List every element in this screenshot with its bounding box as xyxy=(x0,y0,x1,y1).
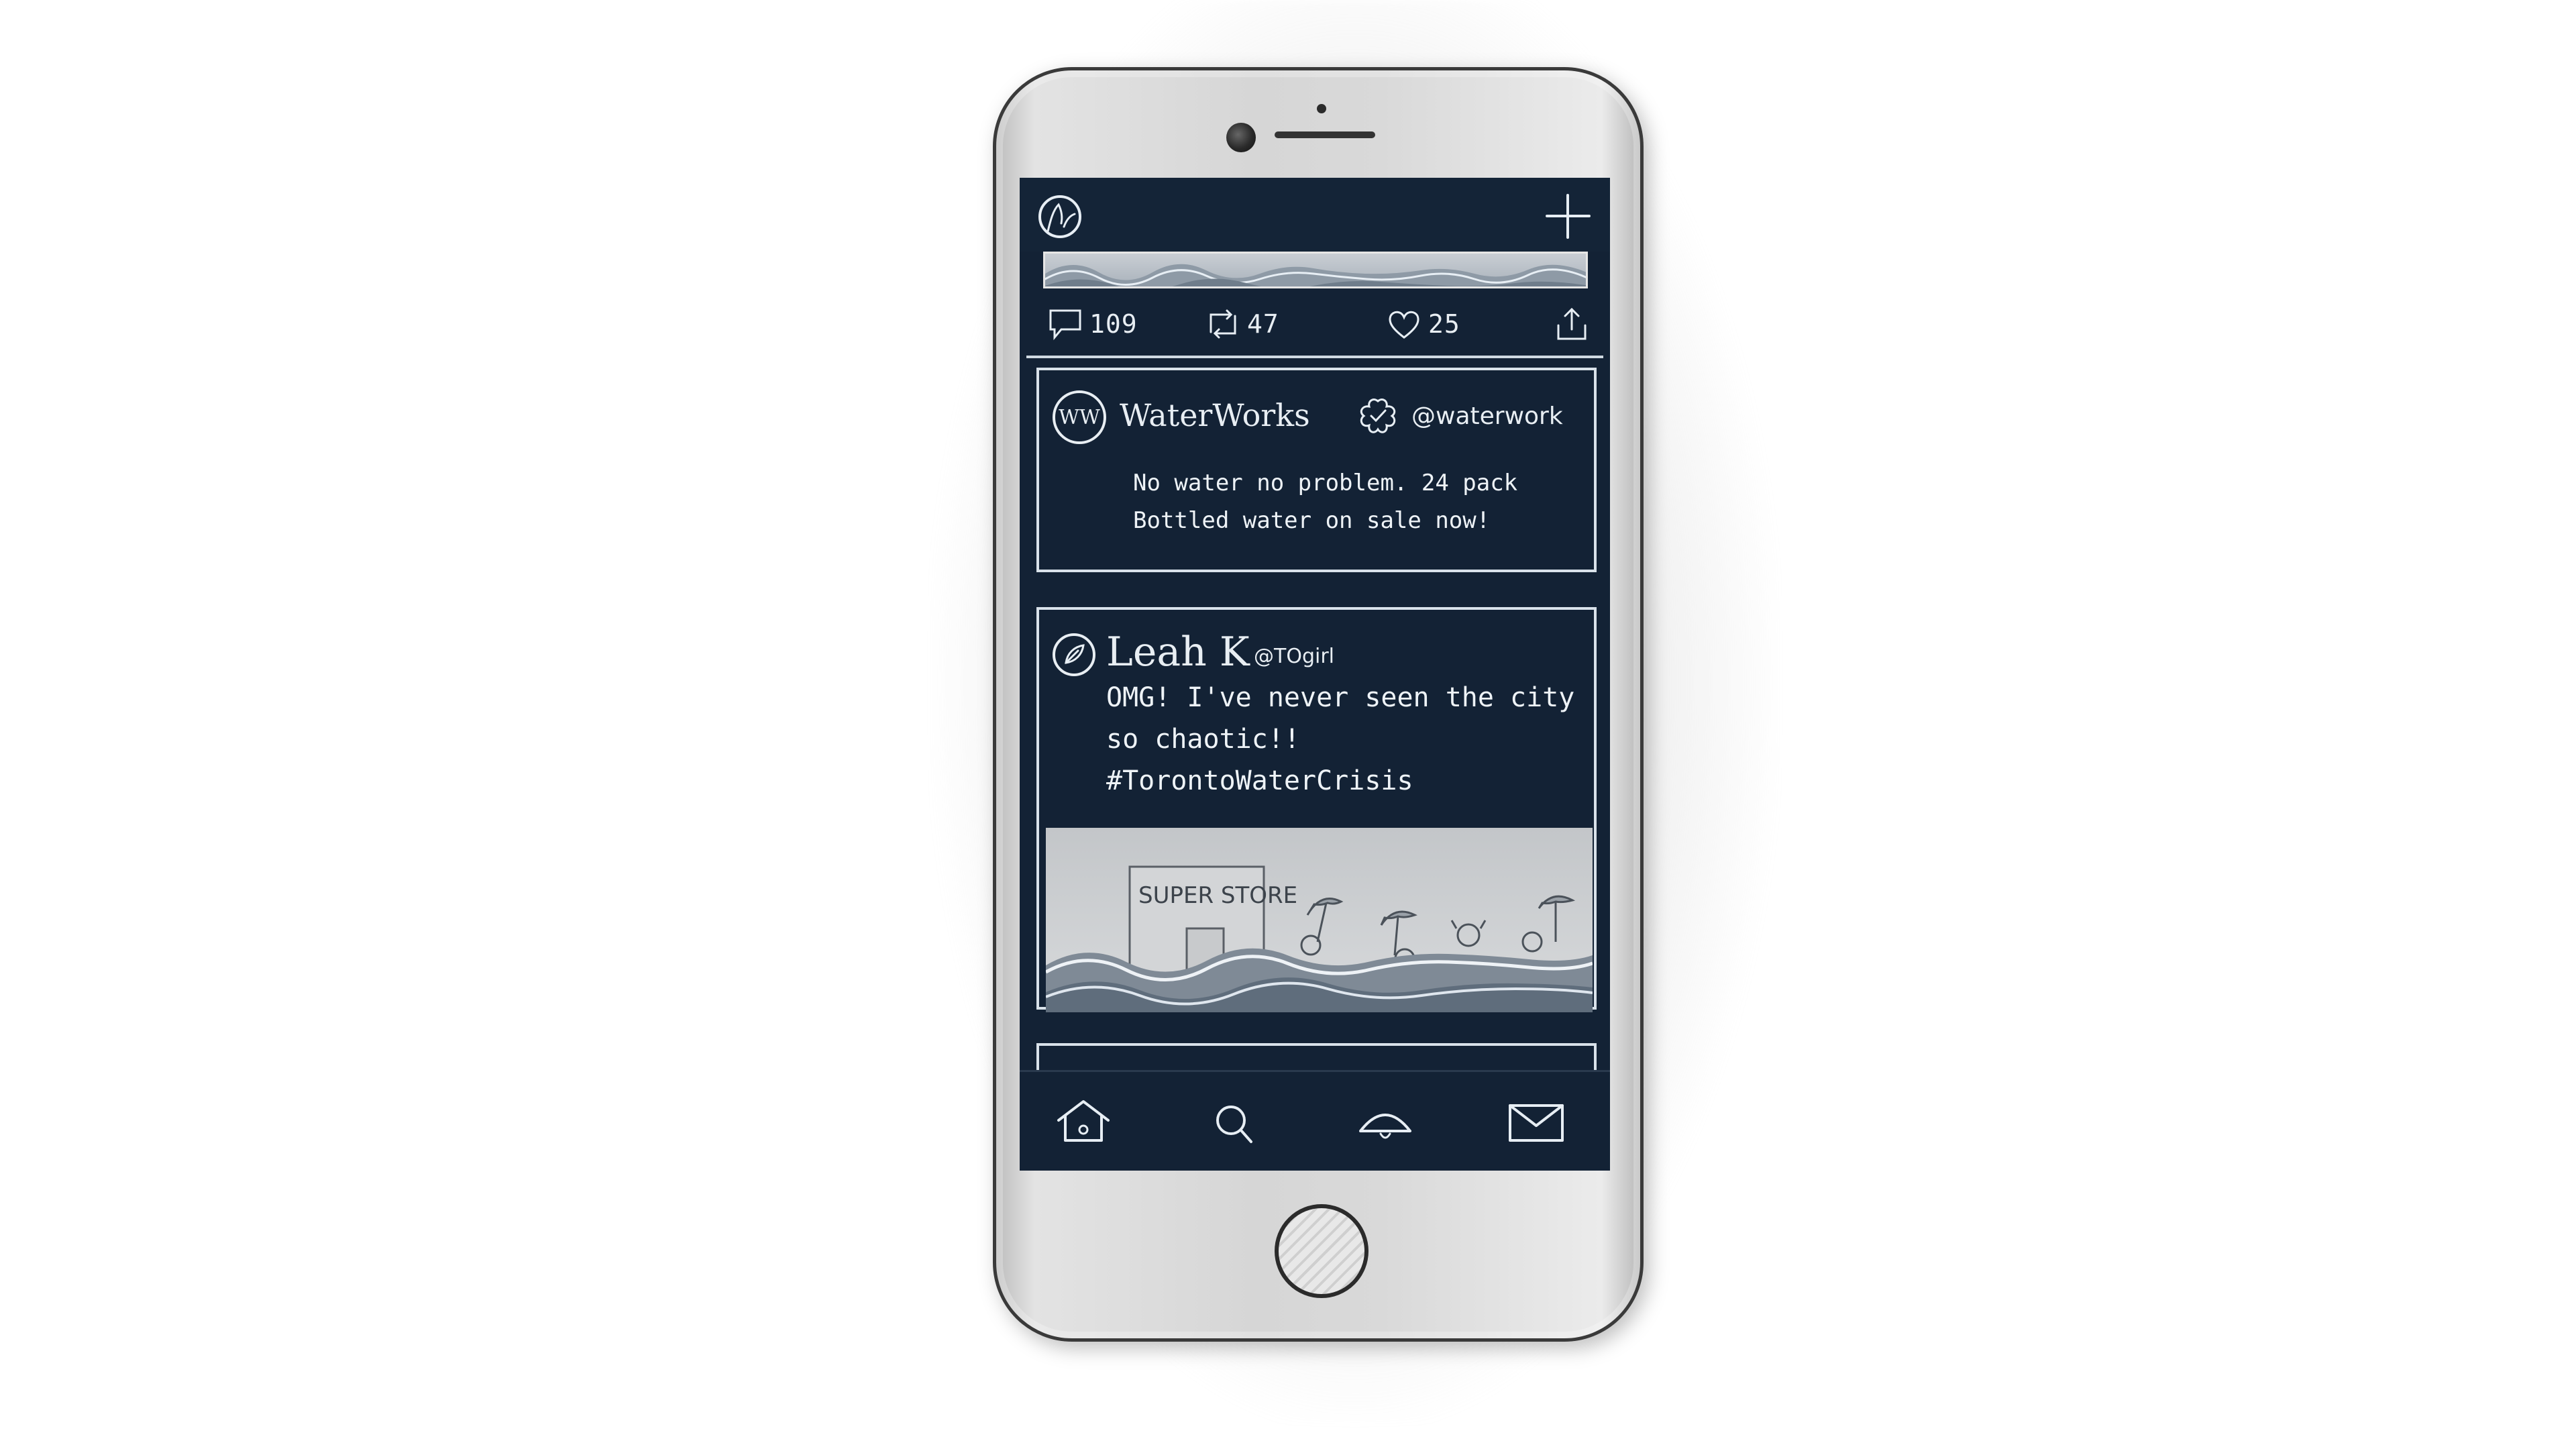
share-icon xyxy=(1557,307,1587,340)
retweet-count: 47 xyxy=(1247,309,1279,339)
badge-icon xyxy=(1360,398,1396,433)
top-bar xyxy=(1020,178,1610,252)
retweet-icon xyxy=(1210,309,1236,339)
app-screen: 109 47 25 WW WaterWorks @waterwork No wa… xyxy=(1020,178,1610,1171)
share-action[interactable] xyxy=(1553,304,1591,344)
tweet-text: No water no problem. 24 pack Bottled wat… xyxy=(1133,470,1518,534)
tweet-handle[interactable]: @waterwork xyxy=(1411,402,1563,430)
like-action[interactable]: 25 xyxy=(1385,304,1460,344)
avatar[interactable] xyxy=(1053,633,1095,676)
retweet-action[interactable]: 47 xyxy=(1204,304,1279,344)
tab-messages[interactable] xyxy=(1503,1089,1570,1156)
bottom-tab-bar xyxy=(1020,1070,1610,1171)
earpiece-speaker xyxy=(1275,131,1375,138)
tweet-text: OMG! I've never seen the city so chaotic… xyxy=(1106,682,1575,796)
reply-icon xyxy=(1049,309,1081,341)
avatar[interactable]: WW xyxy=(1053,390,1106,444)
like-count: 25 xyxy=(1428,309,1460,339)
tweet-image-flood[interactable]: SUPER STORE xyxy=(1046,828,1593,1012)
heart-icon xyxy=(1389,311,1419,339)
tweet-card-leah[interactable]: Leah K @TOgirl OMG! I've never seen the … xyxy=(1036,607,1597,1012)
tab-notifications[interactable] xyxy=(1352,1089,1419,1156)
leaf-icon xyxy=(1065,644,1085,664)
messages-icon xyxy=(1509,1104,1564,1142)
tweet-author-name[interactable]: Leah K xyxy=(1106,629,1250,676)
front-camera xyxy=(1226,123,1256,152)
previous-tweet-image xyxy=(1043,252,1588,288)
previous-tweet-actions: 109 47 25 xyxy=(1026,292,1603,358)
plus-icon[interactable] xyxy=(1543,191,1593,241)
tweet-card-waterworks[interactable]: WW WaterWorks @waterwork No water no pro… xyxy=(1036,368,1597,572)
tweet-handle[interactable]: @TOgirl xyxy=(1254,645,1334,668)
search-icon xyxy=(1216,1106,1252,1143)
tweet-author-name[interactable]: WaterWorks xyxy=(1120,397,1310,433)
home-button[interactable] xyxy=(1275,1204,1368,1298)
home-icon xyxy=(1057,1100,1110,1142)
profile-icon[interactable] xyxy=(1033,190,1087,244)
reply-action[interactable]: 109 xyxy=(1046,304,1138,344)
tab-home[interactable] xyxy=(1050,1089,1117,1156)
tab-search[interactable] xyxy=(1201,1089,1268,1156)
store-sign: SUPER STORE xyxy=(1138,882,1297,909)
reply-count: 109 xyxy=(1089,309,1138,339)
notifications-icon xyxy=(1359,1114,1411,1139)
front-sensor xyxy=(1317,104,1326,113)
